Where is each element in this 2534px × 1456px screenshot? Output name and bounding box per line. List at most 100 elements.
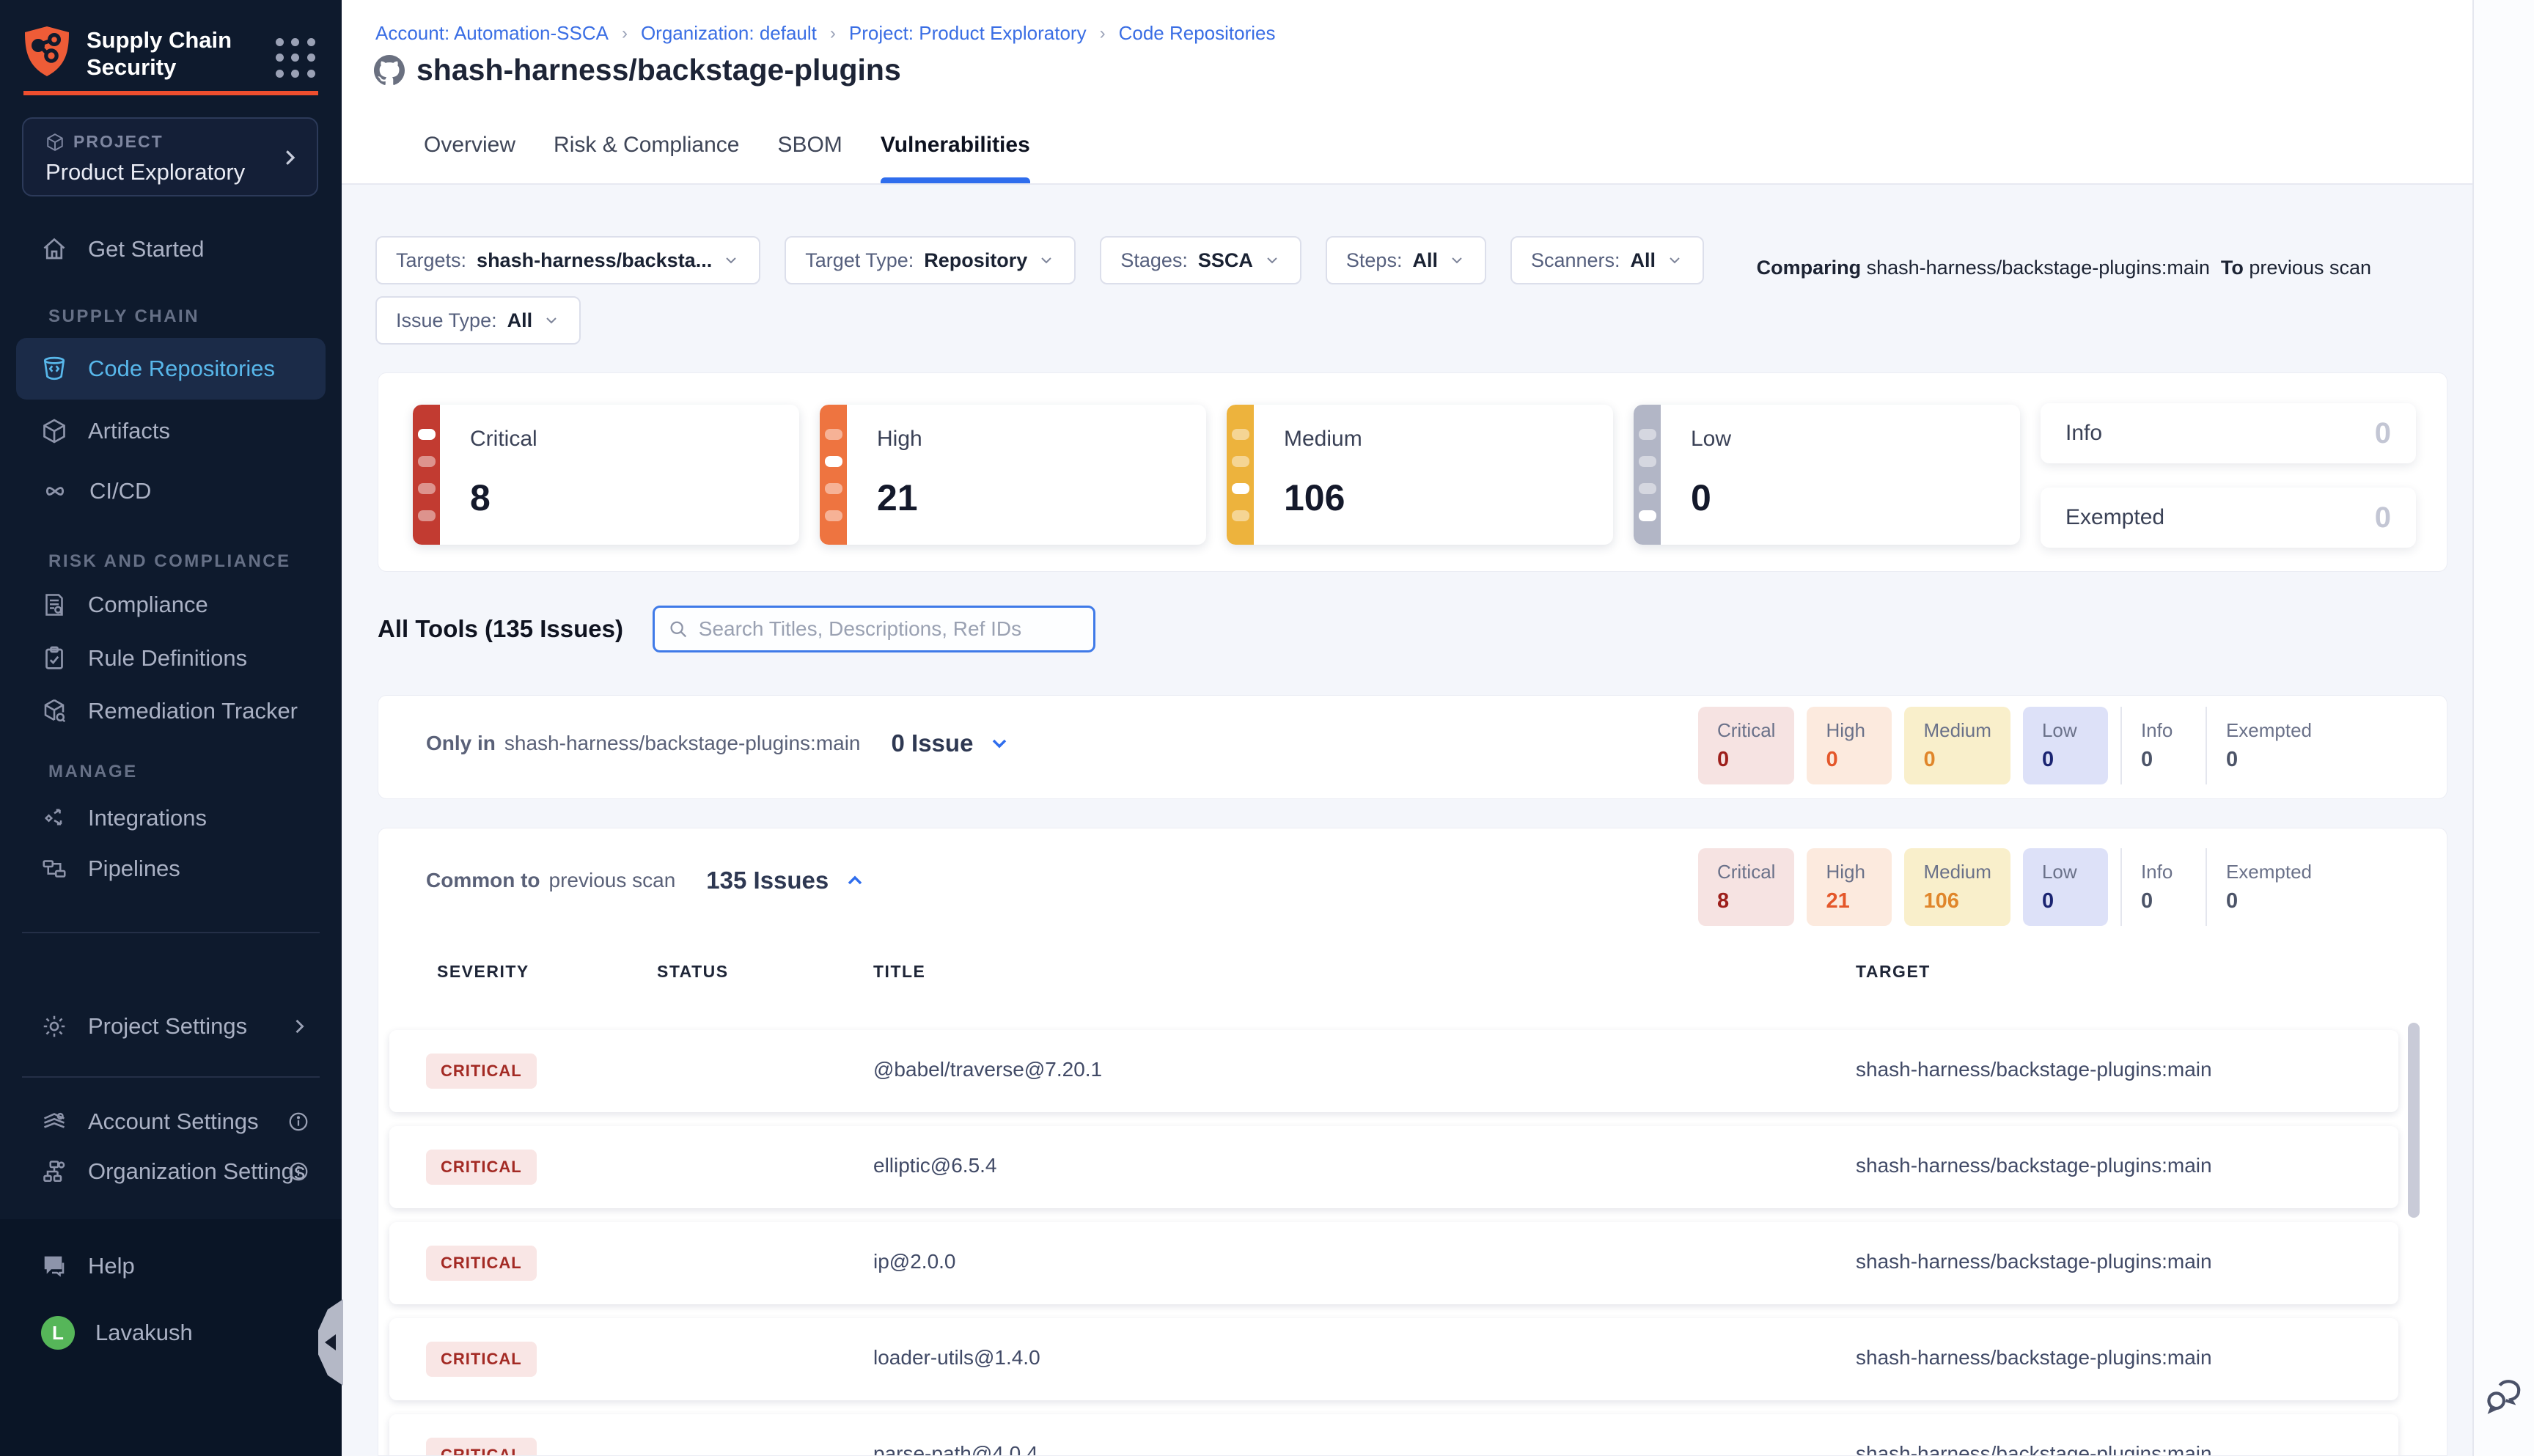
breadcrumb-project[interactable]: Project: Product Exploratory xyxy=(849,22,1087,45)
breadcrumb-organization[interactable]: Organization: default xyxy=(641,22,817,45)
severity-card-value: 0 xyxy=(2375,417,2391,450)
filter-row-1: Targets: shash-harness/backsta... Target… xyxy=(375,236,1704,284)
severity-card-label: Medium xyxy=(1284,427,1362,452)
sidebar-item-label: Code Repositories xyxy=(88,356,275,382)
gear-icon xyxy=(41,1013,67,1040)
comparing-label: Comparing xyxy=(1757,257,1862,279)
tab-overview[interactable]: Overview xyxy=(424,107,515,183)
issue-title: elliptic@6.5.4 xyxy=(873,1154,997,1177)
filter-targets[interactable]: Targets: shash-harness/backsta... xyxy=(375,236,760,284)
chip-high: High21 xyxy=(1807,848,1892,926)
page-header: Account: Automation-SSCA › Organization:… xyxy=(342,0,2534,185)
comparing-to-label: To xyxy=(2221,257,2244,279)
collapse-arrow-icon xyxy=(325,1334,336,1350)
common-to-row: Common to previous scan 135 Issues xyxy=(426,867,867,894)
box-icon xyxy=(41,418,67,444)
project-selector[interactable]: PROJECT Product Exploratory xyxy=(22,117,318,196)
filter-steps[interactable]: Steps: All xyxy=(1326,236,1486,284)
filter-label: Targets: xyxy=(396,249,466,272)
sidebar-item-organization-settings[interactable]: Organization Settings xyxy=(16,1141,326,1202)
sidebar-item-project-settings[interactable]: Project Settings xyxy=(16,996,326,1057)
search-icon xyxy=(668,618,688,640)
sidebar-item-code-repositories[interactable]: Code Repositories xyxy=(16,338,326,400)
info-icon[interactable] xyxy=(287,1111,309,1133)
issue-target: shash-harness/backstage-plugins:main xyxy=(1856,1346,2212,1369)
severity-badge: CRITICAL xyxy=(426,1246,537,1281)
sidebar-divider xyxy=(22,1076,320,1078)
issue-row[interactable]: CRITICAL elliptic@6.5.4 shash-harness/ba… xyxy=(389,1126,2398,1208)
chevron-down-icon xyxy=(1666,251,1683,269)
issue-row[interactable]: CRITICAL ip@2.0.0 shash-harness/backstag… xyxy=(389,1222,2398,1304)
issue-search[interactable] xyxy=(653,606,1095,652)
page-title: shash-harness/backstage-plugins xyxy=(416,53,901,87)
severity-card-exempted[interactable]: Exempted 0 xyxy=(2041,488,2416,548)
severity-badge: CRITICAL xyxy=(426,1342,537,1377)
only-in-count: 0 Issue xyxy=(892,729,974,757)
severity-card-high[interactable]: High 21 xyxy=(820,405,1206,545)
clipboard-check-icon xyxy=(41,645,67,672)
issue-row[interactable]: CRITICAL @babel/traverse@7.20.1 shash-ha… xyxy=(389,1030,2398,1112)
info-icon[interactable] xyxy=(287,1161,309,1183)
severity-card-critical[interactable]: Critical 8 xyxy=(413,405,799,545)
severity-card-label: High xyxy=(877,427,922,452)
tab-risk-compliance[interactable]: Risk & Compliance xyxy=(554,107,739,183)
tab-sbom[interactable]: SBOM xyxy=(777,107,842,183)
breadcrumb-separator: › xyxy=(622,23,628,44)
filter-issue-type[interactable]: Issue Type: All xyxy=(375,296,581,345)
sidebar-item-cicd[interactable]: CI/CD xyxy=(16,460,326,522)
search-input[interactable] xyxy=(699,617,1080,641)
filter-value: All xyxy=(1631,249,1656,272)
common-to-count: 135 Issues xyxy=(706,867,829,894)
chevron-down-icon[interactable] xyxy=(988,732,1011,755)
breadcrumb-code-repositories[interactable]: Code Repositories xyxy=(1119,22,1276,45)
issue-title: parse-path@4.0.4 xyxy=(873,1442,1038,1456)
github-icon xyxy=(374,55,405,86)
chevron-down-icon xyxy=(1038,251,1055,269)
filter-stages[interactable]: Stages: SSCA xyxy=(1100,236,1301,284)
chevron-up-icon[interactable] xyxy=(843,869,867,892)
filter-target-type[interactable]: Target Type: Repository xyxy=(785,236,1076,284)
sidebar-item-label: Remediation Tracker xyxy=(88,698,298,724)
severity-card-value: 0 xyxy=(2375,501,2391,534)
feedback-chat-icon[interactable] xyxy=(2483,1377,2524,1418)
low-bar xyxy=(1634,405,1661,545)
severity-card-value: 8 xyxy=(470,477,491,519)
filter-label: Issue Type: xyxy=(396,309,497,332)
breadcrumb-account[interactable]: Account: Automation-SSCA xyxy=(375,22,609,45)
module-switcher-icon[interactable] xyxy=(276,38,317,79)
sidebar-item-compliance[interactable]: Compliance xyxy=(16,574,326,636)
sidebar-item-get-started[interactable]: Get Started xyxy=(16,218,326,280)
chevron-down-icon xyxy=(1448,251,1466,269)
chip-info: Info0 xyxy=(2120,848,2206,926)
severity-card-medium[interactable]: Medium 106 xyxy=(1227,405,1613,545)
filter-row-2: Issue Type: All xyxy=(375,296,581,345)
common-to-panel: Common to previous scan 135 Issues Criti… xyxy=(378,828,2447,1456)
chip-info: Info0 xyxy=(2120,707,2206,784)
issue-target: shash-harness/backstage-plugins:main xyxy=(1856,1250,2212,1273)
only-in-prefix: Only in xyxy=(426,732,496,755)
sidebar-item-remediation-tracker[interactable]: Remediation Tracker xyxy=(16,680,326,742)
table-scrollbar[interactable] xyxy=(2408,1023,2420,1218)
chevron-down-icon xyxy=(722,251,740,269)
issue-title: @babel/traverse@7.20.1 xyxy=(873,1058,1102,1081)
sidebar-section-supply-chain: SUPPLY CHAIN xyxy=(48,306,199,327)
issue-row[interactable]: CRITICAL loader-utils@1.4.0 shash-harnes… xyxy=(389,1318,2398,1400)
tab-vulnerabilities[interactable]: Vulnerabilities xyxy=(881,107,1030,183)
sidebar-divider xyxy=(22,932,320,933)
chip-medium: Medium0 xyxy=(1904,707,2010,784)
sidebar-section-risk: RISK AND COMPLIANCE xyxy=(48,551,291,572)
sidebar-user[interactable]: L Lavakush xyxy=(16,1302,326,1364)
comparing-summary: Comparing shash-harness/backstage-plugin… xyxy=(1757,257,2371,279)
severity-card-low[interactable]: Low 0 xyxy=(1634,405,2020,545)
severity-card-info[interactable]: Info 0 xyxy=(2041,403,2416,463)
app-title: Supply Chain Security xyxy=(87,25,255,81)
severity-card-value: 0 xyxy=(1691,477,1711,519)
issue-row[interactable]: CRITICAL parse-path@4.0.4 shash-harness/… xyxy=(389,1414,2398,1456)
chip-critical: Critical0 xyxy=(1698,707,1794,784)
filter-scanners[interactable]: Scanners: All xyxy=(1510,236,1704,284)
sidebar-item-help[interactable]: ? Help xyxy=(16,1235,326,1297)
sidebar-item-pipelines[interactable]: Pipelines xyxy=(16,838,326,900)
severity-card-value: 21 xyxy=(877,477,918,519)
sidebar-item-label: Organization Settings xyxy=(88,1158,305,1185)
sidebar-item-artifacts[interactable]: Artifacts xyxy=(16,400,326,462)
